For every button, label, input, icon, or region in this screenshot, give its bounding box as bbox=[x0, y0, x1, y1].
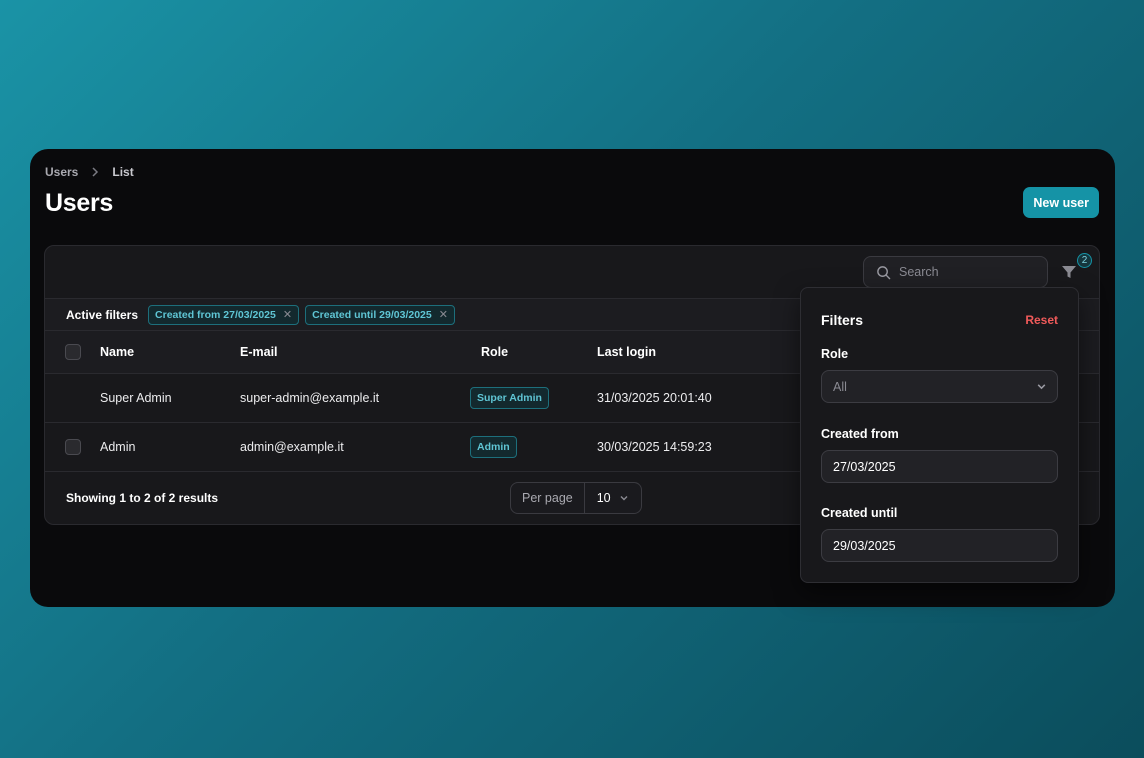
role-filter-label: Role bbox=[821, 347, 849, 361]
column-header-role[interactable]: Role bbox=[480, 331, 597, 373]
created-until-value: 29/03/2025 bbox=[833, 538, 896, 553]
per-page-select[interactable]: Per page 10 bbox=[510, 481, 642, 514]
created-from-label: Created from bbox=[821, 427, 899, 441]
reset-filters-button[interactable]: Reset bbox=[1025, 313, 1058, 327]
created-from-value: 27/03/2025 bbox=[833, 459, 896, 474]
role-badge: Super Admin bbox=[470, 386, 549, 409]
filter-chip-label: Created until 29/03/2025 bbox=[312, 308, 432, 321]
search-box[interactable] bbox=[863, 256, 1048, 288]
results-summary: Showing 1 to 2 of 2 results bbox=[66, 490, 219, 505]
select-all-checkbox[interactable] bbox=[65, 343, 81, 360]
remove-filter-icon[interactable]: ✕ bbox=[283, 308, 292, 321]
new-user-button[interactable]: New user bbox=[1023, 187, 1099, 218]
active-filters-label: Active filters bbox=[66, 307, 139, 322]
chevron-down-icon bbox=[1037, 384, 1046, 390]
user-name: Admin bbox=[100, 439, 136, 454]
chevron-down-icon bbox=[620, 495, 628, 500]
filter-chip-created-from: Created from 27/03/2025 ✕ bbox=[148, 304, 300, 325]
row-checkbox[interactable] bbox=[65, 438, 81, 455]
filter-chip-label: Created from 27/03/2025 bbox=[155, 308, 276, 321]
filter-chip-created-until: Created until 29/03/2025 ✕ bbox=[305, 304, 455, 325]
per-page-label: Per page bbox=[511, 482, 585, 513]
chevron-right-icon bbox=[92, 167, 99, 177]
user-email: admin@example.it bbox=[240, 439, 344, 454]
column-header-email[interactable]: E-mail bbox=[240, 331, 480, 373]
user-name: Super Admin bbox=[100, 390, 172, 405]
page-title: Users bbox=[45, 189, 113, 217]
created-until-label: Created until bbox=[821, 506, 898, 520]
per-page-value[interactable]: 10 bbox=[585, 483, 641, 513]
filter-icon[interactable] bbox=[1060, 263, 1078, 281]
created-until-input[interactable]: 29/03/2025 bbox=[821, 529, 1058, 562]
remove-filter-icon[interactable]: ✕ bbox=[439, 308, 448, 321]
search-input[interactable] bbox=[899, 265, 1039, 279]
column-header-name[interactable]: Name bbox=[100, 331, 240, 373]
per-page-number: 10 bbox=[596, 490, 611, 505]
role-filter-select[interactable]: All bbox=[821, 370, 1058, 403]
role-badge: Admin bbox=[470, 435, 517, 458]
filter-count-badge: 2 bbox=[1077, 253, 1092, 268]
role-filter-value: All bbox=[833, 379, 847, 394]
breadcrumb: Users List bbox=[45, 165, 134, 179]
user-email: super-admin@example.it bbox=[240, 390, 380, 405]
created-from-input[interactable]: 27/03/2025 bbox=[821, 450, 1058, 483]
filters-title: Filters bbox=[821, 312, 864, 328]
breadcrumb-current: List bbox=[112, 165, 134, 179]
search-icon bbox=[877, 265, 891, 279]
filters-dropdown: Filters Reset Role All Created from 27/0… bbox=[800, 287, 1079, 583]
breadcrumb-users-link[interactable]: Users bbox=[45, 165, 78, 179]
